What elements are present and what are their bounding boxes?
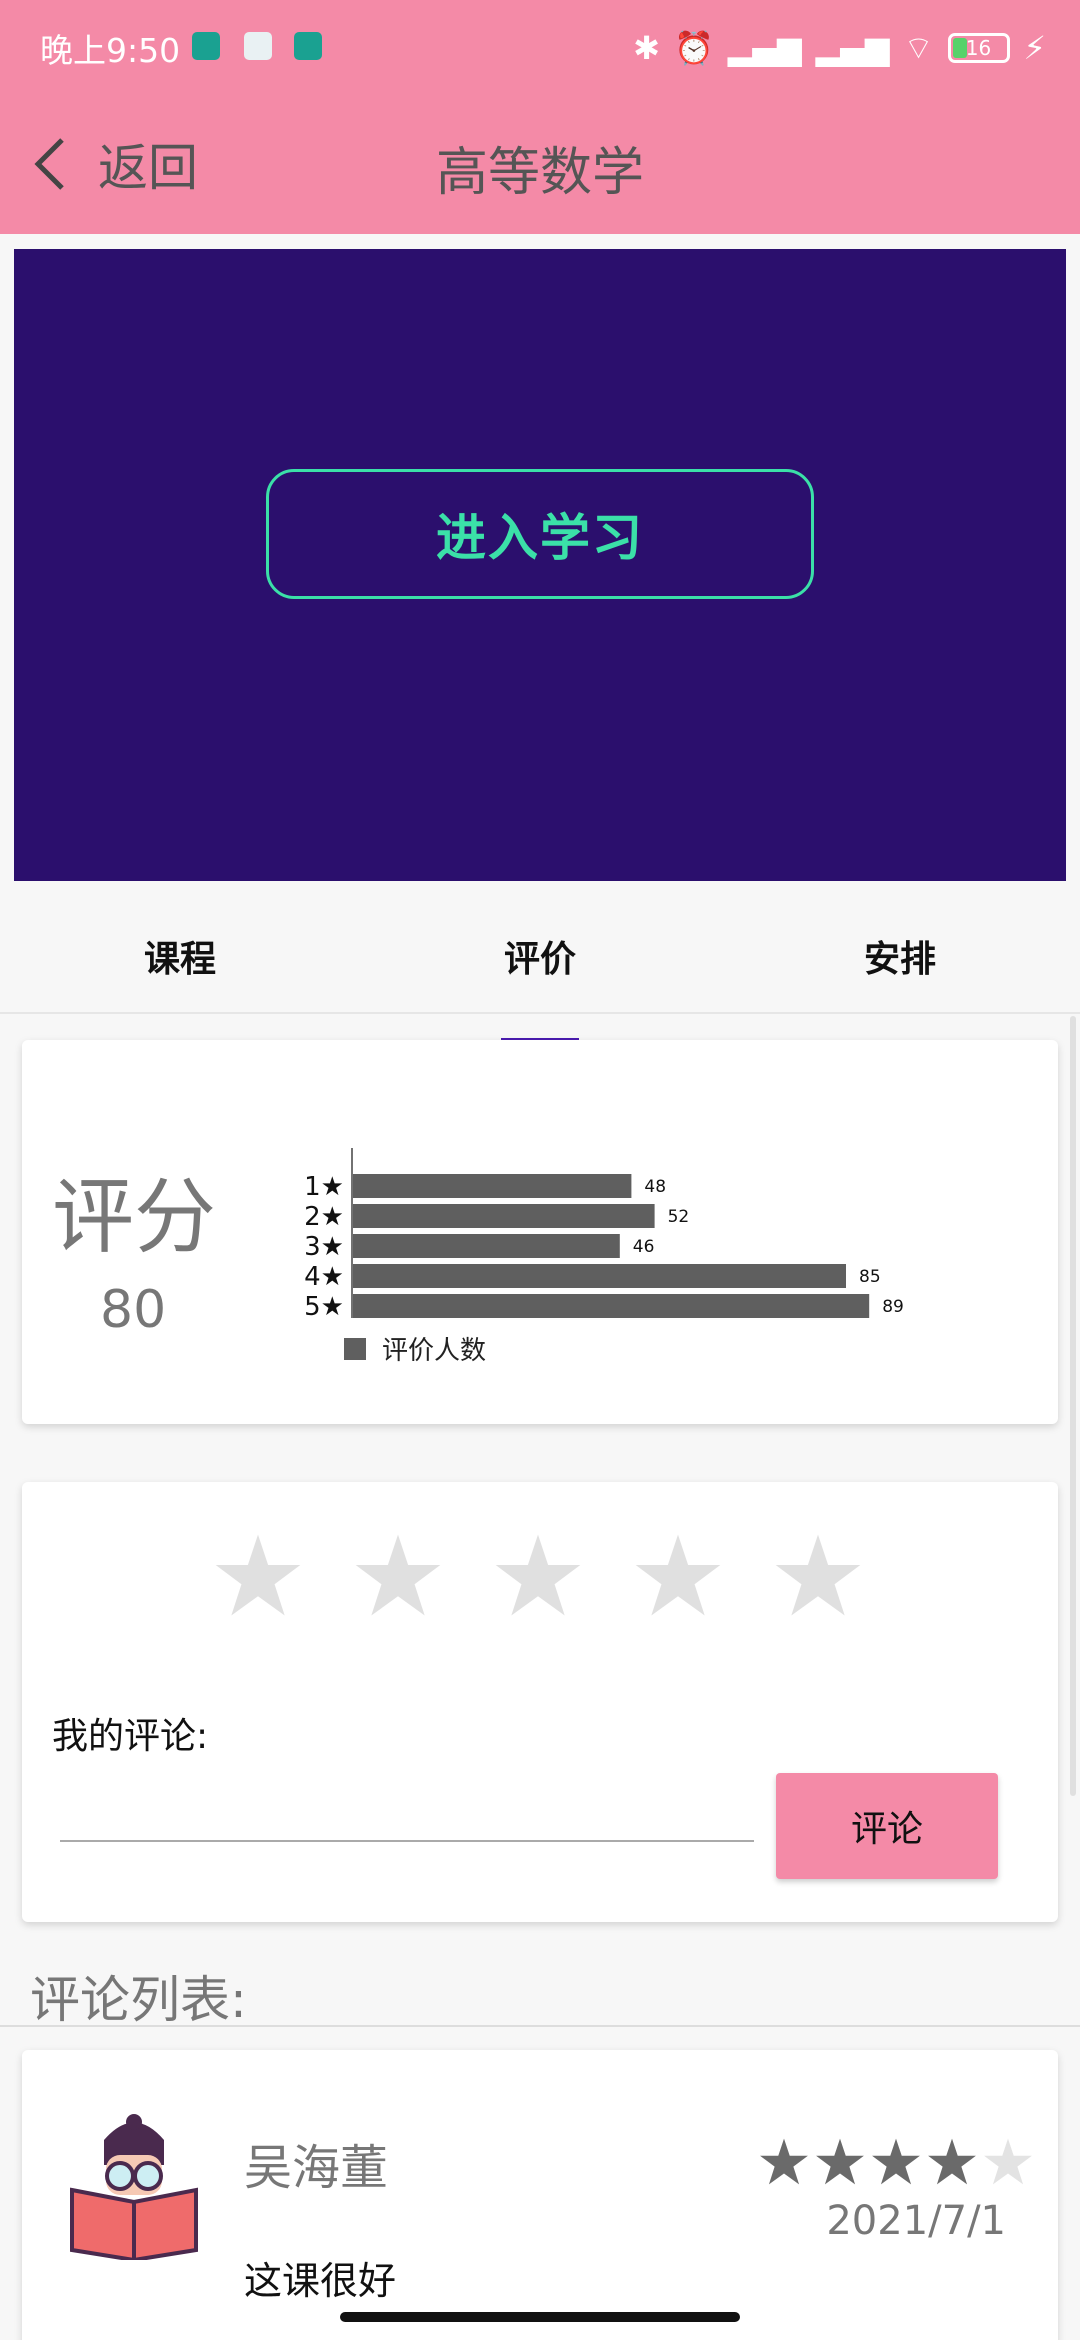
alarm-icon: ⏰ [673, 29, 714, 67]
comment-text: 这课很好 [244, 2259, 397, 2303]
bar-value-label: 89 [882, 1297, 904, 1317]
charging-icon: ⚡ [1023, 29, 1046, 67]
course-banner: 进入学习 [14, 249, 1066, 881]
star-filled-icon [760, 2138, 808, 2185]
bluetooth-icon: ✱ [633, 29, 660, 67]
category-tick-label: 4★ [304, 1262, 344, 1292]
chart-legend: 评价人数 [344, 1330, 486, 1367]
commenter-name: 吴海董 [244, 2140, 389, 2196]
legend-swatch [344, 1337, 366, 1360]
bar-value-label: 52 [668, 1207, 690, 1227]
score-label: 评分 [52, 1170, 217, 1265]
category-tick-label: 3★ [304, 1232, 344, 1262]
scrollbar[interactable] [1070, 1016, 1076, 1796]
star-icon[interactable] [492, 1530, 584, 1622]
divider [0, 2025, 1080, 2027]
reader-avatar-icon [70, 2114, 198, 2260]
tab-schedule[interactable]: 安排 [800, 930, 1000, 982]
battery-icon: 16 [947, 33, 1010, 63]
tab-course[interactable]: 课程 [80, 930, 280, 982]
comment-date: 2021/7/1 [826, 2198, 1006, 2244]
signal-icon-2: ▂▄▆ [815, 29, 890, 67]
comment-rating [758, 2136, 1034, 2188]
status-bar: 晚上9:50 ✱ ⏰ ▂▄▆ ▂▄▆ ⌔ 16 ⚡ [0, 0, 1080, 96]
category-tick-label: 1★ [304, 1172, 344, 1202]
comment-input[interactable] [60, 1782, 754, 1842]
status-time: 晚上9:50 [40, 31, 181, 70]
rating-form-card: 我的评论: 评论 [22, 1482, 1058, 1922]
star-empty-icon [984, 2138, 1032, 2185]
comment-list-title: 评论列表: [30, 1971, 247, 2029]
submit-comment-button[interactable]: 评论 [776, 1773, 998, 1879]
my-comment-label: 我的评论: [52, 1716, 209, 1757]
bar [353, 1264, 846, 1288]
star-icon[interactable] [212, 1530, 304, 1622]
android-app-icon [192, 32, 220, 60]
bar [353, 1204, 655, 1228]
status-icons: ✱ ⏰ ▂▄▆ ▂▄▆ ⌔ 16 ⚡ [633, 24, 1046, 72]
home-indicator[interactable] [340, 2312, 740, 2322]
star-icon[interactable] [772, 1530, 864, 1622]
page-title: 高等数学 [435, 143, 644, 203]
bar-value-label: 85 [859, 1267, 881, 1287]
star-icon[interactable] [352, 1530, 444, 1622]
chart-app-icon [244, 32, 272, 60]
star-icon[interactable] [632, 1530, 724, 1622]
star-filled-icon [872, 2138, 920, 2185]
score-value: 80 [100, 1280, 167, 1340]
bar [353, 1294, 870, 1318]
app-header: 晚上9:50 ✱ ⏰ ▂▄▆ ▂▄▆ ⌔ 16 ⚡ 返回 高等数学 [0, 0, 1080, 234]
score-card: 评分 80 1★ 48 2★ 52 3★ 46 4★ 85 5★ 89 评价人数 [22, 1040, 1058, 1424]
category-tick-label: 2★ [304, 1202, 344, 1232]
category-tick-label: 5★ [304, 1292, 344, 1322]
bar [353, 1234, 620, 1258]
android-app-icon-2 [294, 32, 322, 60]
star-filled-icon [816, 2138, 864, 2185]
tab-bar: 课程 评价 安排 [0, 900, 1080, 1043]
enter-study-button[interactable]: 进入学习 [266, 469, 814, 599]
wifi-icon: ⌔ [903, 29, 934, 67]
legend-label: 评价人数 [382, 1336, 487, 1366]
bar-value-label: 48 [644, 1177, 666, 1197]
bar-value-label: 46 [633, 1237, 655, 1257]
signal-icon: ▂▄▆ [727, 29, 802, 67]
bar [353, 1174, 632, 1198]
comment-item[interactable]: 吴海董 2021/7/1 这课很好 [22, 2050, 1058, 2340]
star-rating-input[interactable] [212, 1530, 864, 1622]
tab-reviews[interactable]: 评价 [440, 930, 640, 1043]
star-filled-icon [928, 2138, 976, 2185]
